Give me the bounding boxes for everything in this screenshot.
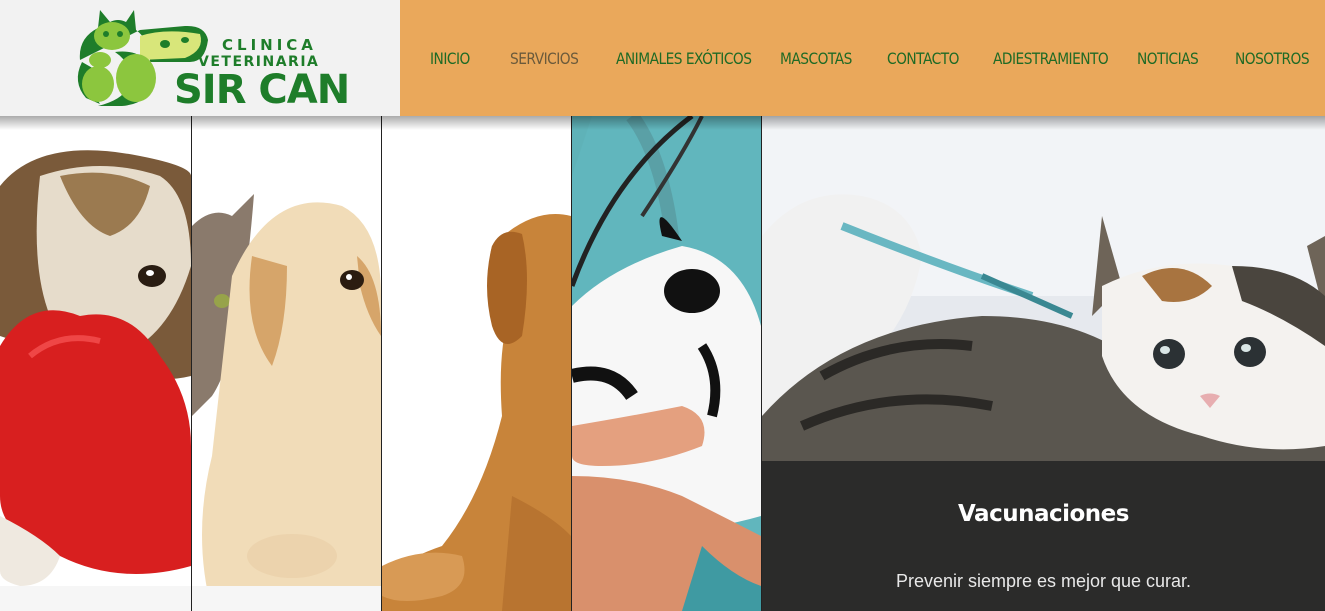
- nav-item-nosotros[interactable]: NOSOTROS: [1235, 49, 1310, 68]
- puppy-heart-image: [0, 116, 191, 611]
- nav-item-contacto[interactable]: CONTACTO: [887, 49, 978, 68]
- hero-panel-golden-retriever[interactable]: [382, 116, 571, 611]
- nav-item-animales-exoticos[interactable]: ANIMALES EXÓTICOS: [616, 49, 757, 68]
- nav-item-mascotas[interactable]: MASCOTAS: [780, 49, 872, 68]
- golden-retriever-image: [382, 116, 571, 611]
- clinic-logo[interactable]: CLINICA VETERINARIA SIR CAN: [0, 0, 400, 116]
- vet-rabbit-image: [572, 116, 761, 611]
- nav-item-noticias[interactable]: NOTICIAS: [1137, 49, 1221, 68]
- nav-menu: INICIO SERVICIOS ANIMALES EXÓTICOS MASCO…: [400, 0, 1325, 116]
- nav-item-servicios[interactable]: SERVICIOS: [510, 49, 601, 68]
- brand-name: SIR CAN: [174, 67, 349, 113]
- main-navigation: INICIO SERVICIOS ANIMALES EXÓTICOS MASCO…: [400, 0, 1325, 116]
- slide-title: Vacunaciones: [958, 501, 1129, 527]
- kitten-puppy-image: [192, 116, 381, 611]
- slide-text: Prevenir siempre es mejor que curar.: [895, 571, 1192, 591]
- hero-panel-puppy-heart[interactable]: [0, 116, 191, 611]
- logo-area: CLINICA VETERINARIA SIR CAN: [0, 0, 400, 116]
- brand-line1: CLINICA: [222, 36, 317, 54]
- nav-item-inicio[interactable]: INICIO: [430, 49, 499, 68]
- nav-item-adiestramiento[interactable]: ADIESTRAMIENTO: [993, 49, 1117, 68]
- slide-caption: Vacunaciones Prevenir siempre es mejor q…: [762, 461, 1325, 611]
- hero-panel-vet-rabbit[interactable]: [572, 116, 761, 611]
- hero-panel-kitten-puppy[interactable]: [192, 116, 381, 611]
